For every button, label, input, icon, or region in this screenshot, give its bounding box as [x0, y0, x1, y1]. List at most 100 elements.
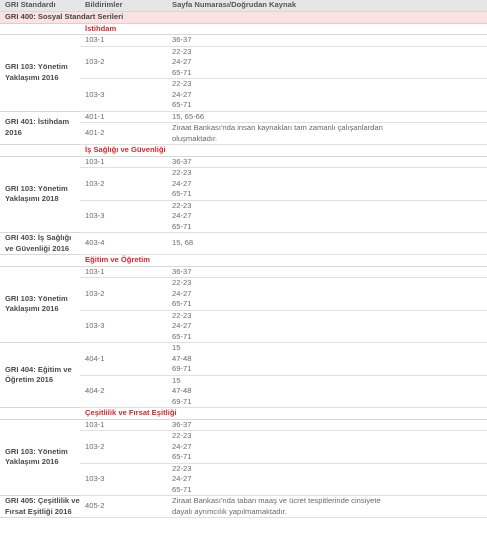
page-reference: 36-37 [167, 266, 487, 278]
page-reference: 36-37 [167, 419, 487, 431]
disclosure-code: 103-2 [80, 277, 167, 311]
page-reference-line: 24-27 [172, 441, 192, 451]
page-reference-line: 65-71 [172, 452, 192, 461]
gri-standard-name: GRI 405: Çeşitlilik ve Fırsat Eşitliği 2… [0, 495, 80, 518]
page-reference-line: Ziraat Bankası'nda insan kaynakları tam … [172, 123, 383, 132]
table-row: GRI 103: Yönetim Yaklaşımı 2016 103-1 36-3… [0, 34, 487, 112]
disclosure-code: 103-2 [80, 46, 167, 79]
gri-standard-name: GRI 103: Yönetim Yaklaşımı 2016 [0, 34, 80, 112]
disclosure-code: 103-1 [80, 419, 167, 431]
page-reference-line: 36-37 [172, 156, 192, 166]
page-reference-line: 65-71 [172, 67, 192, 77]
gri-standard-name: GRI 404: Eğitim ve Öğretim 2016 [0, 342, 80, 408]
page-reference-line: 22-23 [172, 463, 192, 473]
page-reference-line: oluşmaktadır. [172, 133, 218, 143]
disclosure-code: 403-4 [80, 232, 167, 255]
page-reference-line: 36-37 [172, 266, 192, 276]
table-row: GRI 404: Eğitim ve Öğretim 2016 404-1 15 47… [0, 342, 487, 408]
page-reference: 22-23 24-27 65-71 [167, 277, 487, 311]
page-reference-line: 22-23 [172, 431, 192, 440]
page-reference-line: 24-27 [172, 474, 192, 483]
page-reference: Ziraat Bankası'nda insan kaynakları tam … [167, 122, 487, 145]
disclosure-code: 103-3 [80, 310, 167, 343]
page-reference-line: 15 [172, 375, 181, 385]
disclosure-code: 401-1 [80, 111, 167, 123]
page-reference-line: 36-37 [172, 35, 192, 44]
page-reference-line: 15 [172, 343, 181, 352]
empty-cell [0, 407, 80, 420]
gri-standard-name: GRI 403: İş Sağlığı ve Güvenliği 2016 [0, 232, 80, 255]
table-row: GRI 103: Yönetim Yaklaşımı 2018 103-1 36-3… [0, 156, 487, 233]
page-reference-line: 22-23 [172, 200, 192, 210]
gri-standard-name: GRI 401: İstihdam 2016 [0, 111, 80, 145]
section-row: İstihdam [0, 23, 487, 35]
empty-cell [0, 254, 80, 267]
page-reference-line: 69-71 [172, 396, 192, 406]
section-title: Çeşitlilik ve Fırsat Eşitliği [80, 407, 487, 420]
table-row: GRI 103: Yönetim Yaklaşımı 2016 103-1 36-3… [0, 266, 487, 343]
gri-index-table: GRI Standardı Bildirimler Sayfa Numarası… [0, 0, 487, 518]
header-page-source: Sayfa Numarası/Doğrudan Kaynak [167, 0, 487, 12]
page-reference-line: 65-71 [172, 331, 192, 341]
page-reference-line: 47-48 [172, 353, 192, 363]
page-reference: 22-23 24-27 65-71 [167, 200, 487, 233]
section-row: İş Sağlığı ve Güvenliği [0, 144, 487, 157]
page-reference-line: 24-27 [172, 321, 192, 330]
page-reference-line: 15, 65-66 [172, 111, 205, 121]
page-reference-line: 47-48 [172, 386, 192, 395]
page-reference-line: 24-27 [172, 57, 192, 66]
gri-standard-name: GRI 103: Yönetim Yaklaşımı 2016 [0, 266, 80, 343]
series-row: GRI 400: Sosyal Standart Serileri [0, 11, 487, 24]
page-reference: 36-37 [167, 156, 487, 168]
disclosure-code: 404-1 [80, 342, 167, 376]
disclosure-code: 103-1 [80, 156, 167, 168]
page-reference: 15 47-48 69-71 [167, 375, 487, 408]
page-reference-line: Ziraat Bankası'nda taban maaş ve ücret t… [172, 496, 381, 505]
page-reference-line: 24-27 [172, 211, 192, 220]
page-reference-line: 22-23 [172, 46, 192, 56]
page-reference: 15, 68 [167, 232, 487, 255]
page-reference-line: 69-71 [172, 364, 192, 373]
page-reference-line: 22-23 [172, 79, 192, 88]
table-row: GRI 405: Çeşitlilik ve Fırsat Eşitliği 2… [0, 495, 487, 518]
table-row: GRI 401: İstihdam 2016 401-1 15, 65-66 [0, 111, 487, 145]
disclosure-code: 401-2 [80, 122, 167, 145]
disclosure-code: 103-2 [80, 167, 167, 201]
page-reference-line: 22-23 [172, 310, 192, 320]
page-reference: 15 47-48 69-71 [167, 342, 487, 376]
page-reference-line: 65-71 [172, 221, 192, 231]
disclosure-code: 103-3 [80, 200, 167, 233]
page-reference: 22-23 24-27 65-71 [167, 46, 487, 79]
page-reference-line: 24-27 [172, 89, 192, 99]
series-title: GRI 400: Sosyal Standart Serileri [0, 11, 487, 24]
gri-standard-name: GRI 103: Yönetim Yaklaşımı 2018 [0, 156, 80, 233]
empty-cell [0, 23, 80, 35]
header-disclosures: Bildirimler [80, 0, 167, 12]
disclosure-code: 103-1 [80, 34, 167, 47]
page-reference: 22-23 24-27 65-71 [167, 167, 487, 201]
page-reference: 22-23 24-27 65-71 [167, 463, 487, 496]
table-row: GRI 103: Yönetim Yaklaşımı 2016 103-1 36-3… [0, 419, 487, 496]
table-body: GRI 400: Sosyal Standart Serileri İstihd… [0, 11, 487, 518]
disclosure-code: 404-2 [80, 375, 167, 408]
disclosure-code: 405-2 [80, 495, 167, 518]
gri-standard-name: GRI 103: Yönetim Yaklaşımı 2016 [0, 419, 80, 496]
empty-cell [0, 144, 80, 157]
page-reference: Ziraat Bankası'nda taban maaş ve ücret t… [167, 495, 487, 518]
page-reference: 22-23 24-27 65-71 [167, 430, 487, 464]
page-reference-line: 65-71 [172, 299, 192, 308]
header-gri-standard: GRI Standardı [0, 0, 80, 12]
disclosure-code: 103-1 [80, 266, 167, 278]
section-row: Eğitim ve Öğretim [0, 254, 487, 267]
page-reference-line: 65-71 [172, 484, 192, 494]
table-row: GRI 403: İş Sağlığı ve Güvenliği 2016 403… [0, 232, 487, 255]
disclosure-code: 103-2 [80, 430, 167, 464]
section-title: İş Sağlığı ve Güvenliği [80, 144, 487, 157]
section-row: Çeşitlilik ve Fırsat Eşitliği [0, 407, 487, 420]
page-reference-line: 22-23 [172, 278, 192, 287]
page-reference-line: dayalı ayrımcılık yapılmamaktadır. [172, 506, 287, 516]
page-reference: 36-37 [167, 34, 487, 47]
page-reference-line: 24-27 [172, 288, 192, 298]
page-reference: 22-23 24-27 65-71 [167, 78, 487, 112]
disclosure-code: 103-3 [80, 78, 167, 112]
